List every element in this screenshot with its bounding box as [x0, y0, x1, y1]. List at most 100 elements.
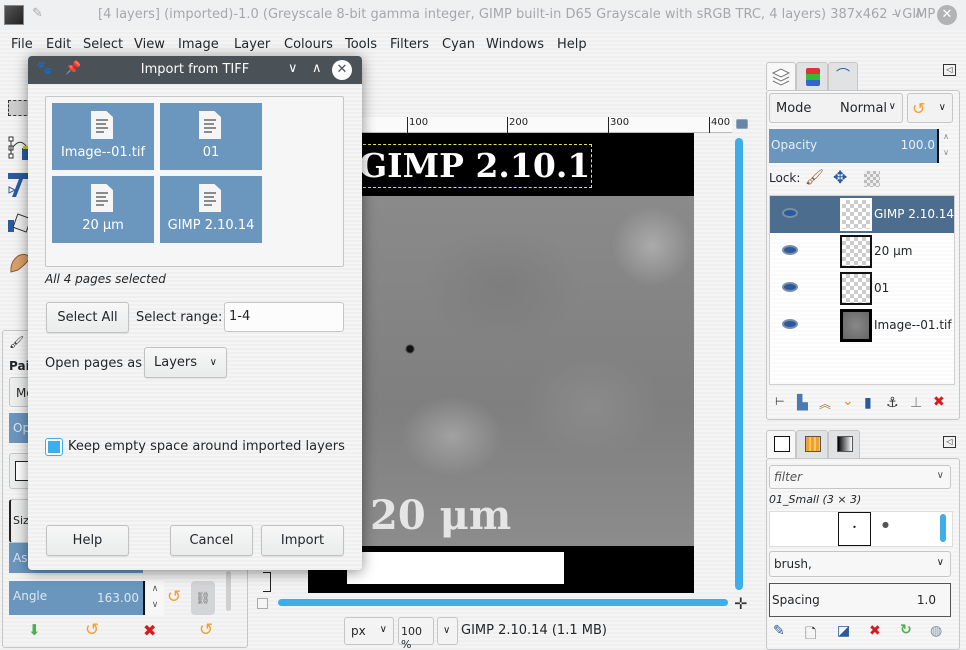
- delete-layer-icon[interactable]: ✖: [933, 394, 945, 410]
- dock-menu-icon[interactable]: ◁: [943, 64, 956, 76]
- new-layer-group-icon[interactable]: ⊢: [775, 395, 785, 408]
- horizontal-scrollbar[interactable]: [278, 599, 728, 606]
- page-tile[interactable]: GIMP 2.10.14: [160, 176, 262, 243]
- brush-item[interactable]: ●: [882, 520, 889, 529]
- new-layer-icon[interactable]: ▙: [797, 395, 808, 411]
- delete-options-icon[interactable]: ✖: [143, 621, 156, 640]
- dialog-close-button[interactable]: ✕: [332, 60, 352, 80]
- edit-brush-icon[interactable]: ✎: [773, 623, 785, 639]
- help-button[interactable]: Help: [46, 525, 129, 556]
- visibility-eye-icon[interactable]: [782, 319, 798, 329]
- layer-row[interactable]: GIMP 2.10.14: [770, 196, 954, 233]
- dialog-maximize-button[interactable]: ∧: [312, 61, 322, 76]
- lock-pixels-icon[interactable]: 🖌: [805, 168, 824, 186]
- tab-brushes[interactable]: [766, 430, 796, 458]
- page-tile[interactable]: 01: [160, 103, 262, 170]
- raise-layer-icon[interactable]: ︽: [819, 395, 831, 412]
- save-options-icon[interactable]: ⬇: [28, 621, 41, 639]
- lock-alpha-icon[interactable]: [864, 171, 880, 187]
- maximize-button[interactable]: ∧: [914, 6, 924, 21]
- open-pages-as-dropdown[interactable]: Layers ∨: [144, 347, 227, 378]
- import-button[interactable]: Import: [261, 525, 344, 556]
- tab-patterns[interactable]: [796, 430, 828, 458]
- page-tile[interactable]: Image--01.tif: [52, 103, 154, 170]
- visibility-eye-icon[interactable]: [782, 208, 798, 218]
- duplicate-brush-icon[interactable]: ◪: [837, 623, 850, 639]
- angle-slider[interactable]: Angle 163.00: [9, 581, 145, 615]
- zoom-input[interactable]: 100 %: [398, 617, 434, 650]
- navigate-icon[interactable]: ✛: [734, 594, 747, 613]
- horizontal-ruler[interactable]: 100 200 300 400: [362, 117, 732, 133]
- layer-row[interactable]: Image--01.tif: [770, 307, 954, 344]
- brush-grid-scrollbar[interactable]: [940, 514, 946, 542]
- mode-label: Mode: [776, 101, 812, 116]
- zoom-dropdown-chevron-icon[interactable]: ∨: [437, 617, 458, 645]
- checkbox-check-indicator: [48, 441, 60, 453]
- composite-mode-dropdown[interactable]: ↺ ∨: [907, 93, 953, 123]
- brush-item-selected[interactable]: •: [838, 512, 871, 546]
- keep-empty-space-checkbox[interactable]: [45, 438, 63, 456]
- open-brush-as-image-icon[interactable]: ◍: [930, 623, 942, 639]
- delete-brush-icon[interactable]: ✖: [869, 623, 881, 639]
- menu-cyan[interactable]: Cyan: [442, 37, 475, 52]
- menu-windows[interactable]: Windows: [486, 37, 544, 52]
- quick-mask-toggle[interactable]: [257, 598, 268, 609]
- layer-mode-dropdown[interactable]: Mode Normal ∨: [769, 93, 903, 123]
- dock-menu-icon[interactable]: ◁: [943, 436, 956, 448]
- dialog-minimize-button[interactable]: ∨: [288, 61, 298, 76]
- menu-image[interactable]: Image: [178, 37, 219, 52]
- cancel-button[interactable]: Cancel: [170, 525, 253, 556]
- restore-options-icon[interactable]: ↺: [85, 620, 99, 640]
- zoom-to-fit-icon[interactable]: [736, 119, 748, 129]
- reset-angle-icon[interactable]: ↺: [167, 587, 181, 607]
- menu-help[interactable]: Help: [557, 37, 587, 52]
- lower-layer-icon[interactable]: ⌄: [842, 393, 854, 409]
- visibility-eye-icon[interactable]: [782, 245, 798, 255]
- merge-down-icon[interactable]: ⊥: [910, 395, 922, 411]
- keep-empty-space-label[interactable]: Keep empty space around imported layers: [68, 439, 345, 454]
- layer-row[interactable]: 20 μm: [770, 233, 954, 270]
- tab-paths[interactable]: ⌒: [828, 62, 858, 90]
- options-scrollbar[interactable]: [226, 571, 231, 611]
- minimize-button[interactable]: ∨: [893, 6, 903, 21]
- brush-tag-input[interactable]: brush, ∨: [769, 551, 951, 577]
- layer-row[interactable]: 01: [770, 270, 954, 307]
- tab-layers[interactable]: [766, 62, 796, 90]
- angle-spinner[interactable]: ∧ ∨: [146, 581, 164, 615]
- tab-channels[interactable]: [796, 62, 828, 90]
- dialog-titlebar[interactable]: 🐾 📌 Import from TIFF ∨ ∧ ✕: [28, 56, 362, 84]
- pin-icon[interactable]: ✎: [32, 6, 43, 21]
- layer-thumbnail: [840, 272, 872, 305]
- visibility-eye-icon[interactable]: [782, 282, 798, 292]
- document-icon: [91, 184, 113, 212]
- select-all-button[interactable]: Select All: [46, 302, 129, 333]
- brush-spacing-slider[interactable]: Spacing 1.0: [769, 583, 951, 617]
- vertical-scrollbar[interactable]: [735, 138, 743, 590]
- unit-dropdown[interactable]: px ∨: [344, 617, 394, 645]
- open-pages-as-value: Layers: [154, 355, 198, 370]
- lock-position-icon[interactable]: ✥: [833, 168, 847, 188]
- menu-view[interactable]: View: [134, 37, 165, 52]
- text-layer-gimp-version[interactable]: GIMP 2.10.14: [358, 144, 592, 188]
- scale-bar: [347, 552, 564, 584]
- menu-tools[interactable]: Tools: [345, 37, 377, 52]
- menu-filters[interactable]: Filters: [390, 37, 429, 52]
- select-range-input[interactable]: 1-4: [224, 302, 344, 332]
- page-tile[interactable]: 20 μm: [52, 176, 154, 243]
- opacity-spinner[interactable]: ∧ ∨: [940, 129, 952, 163]
- chain-link-icon[interactable]: ⛓: [191, 581, 215, 615]
- menu-colours[interactable]: Colours: [284, 37, 333, 52]
- refresh-brushes-icon[interactable]: ↻: [900, 622, 912, 638]
- close-window-button[interactable]: ✕: [937, 5, 957, 25]
- new-brush-icon[interactable]: 🗋: [805, 623, 816, 647]
- menu-select[interactable]: Select: [83, 37, 123, 52]
- menu-edit[interactable]: Edit: [46, 37, 71, 52]
- reset-options-icon[interactable]: ↺: [199, 620, 213, 640]
- duplicate-layer-icon[interactable]: ▮: [864, 395, 872, 411]
- brush-filter-input[interactable]: filter ∨: [769, 465, 951, 489]
- layer-opacity-slider[interactable]: Opacity 100.0: [769, 129, 939, 163]
- tab-gradients[interactable]: [828, 430, 860, 458]
- menu-file[interactable]: File: [11, 37, 33, 52]
- anchor-layer-icon[interactable]: ⚓: [886, 395, 899, 411]
- menu-layer[interactable]: Layer: [234, 37, 270, 52]
